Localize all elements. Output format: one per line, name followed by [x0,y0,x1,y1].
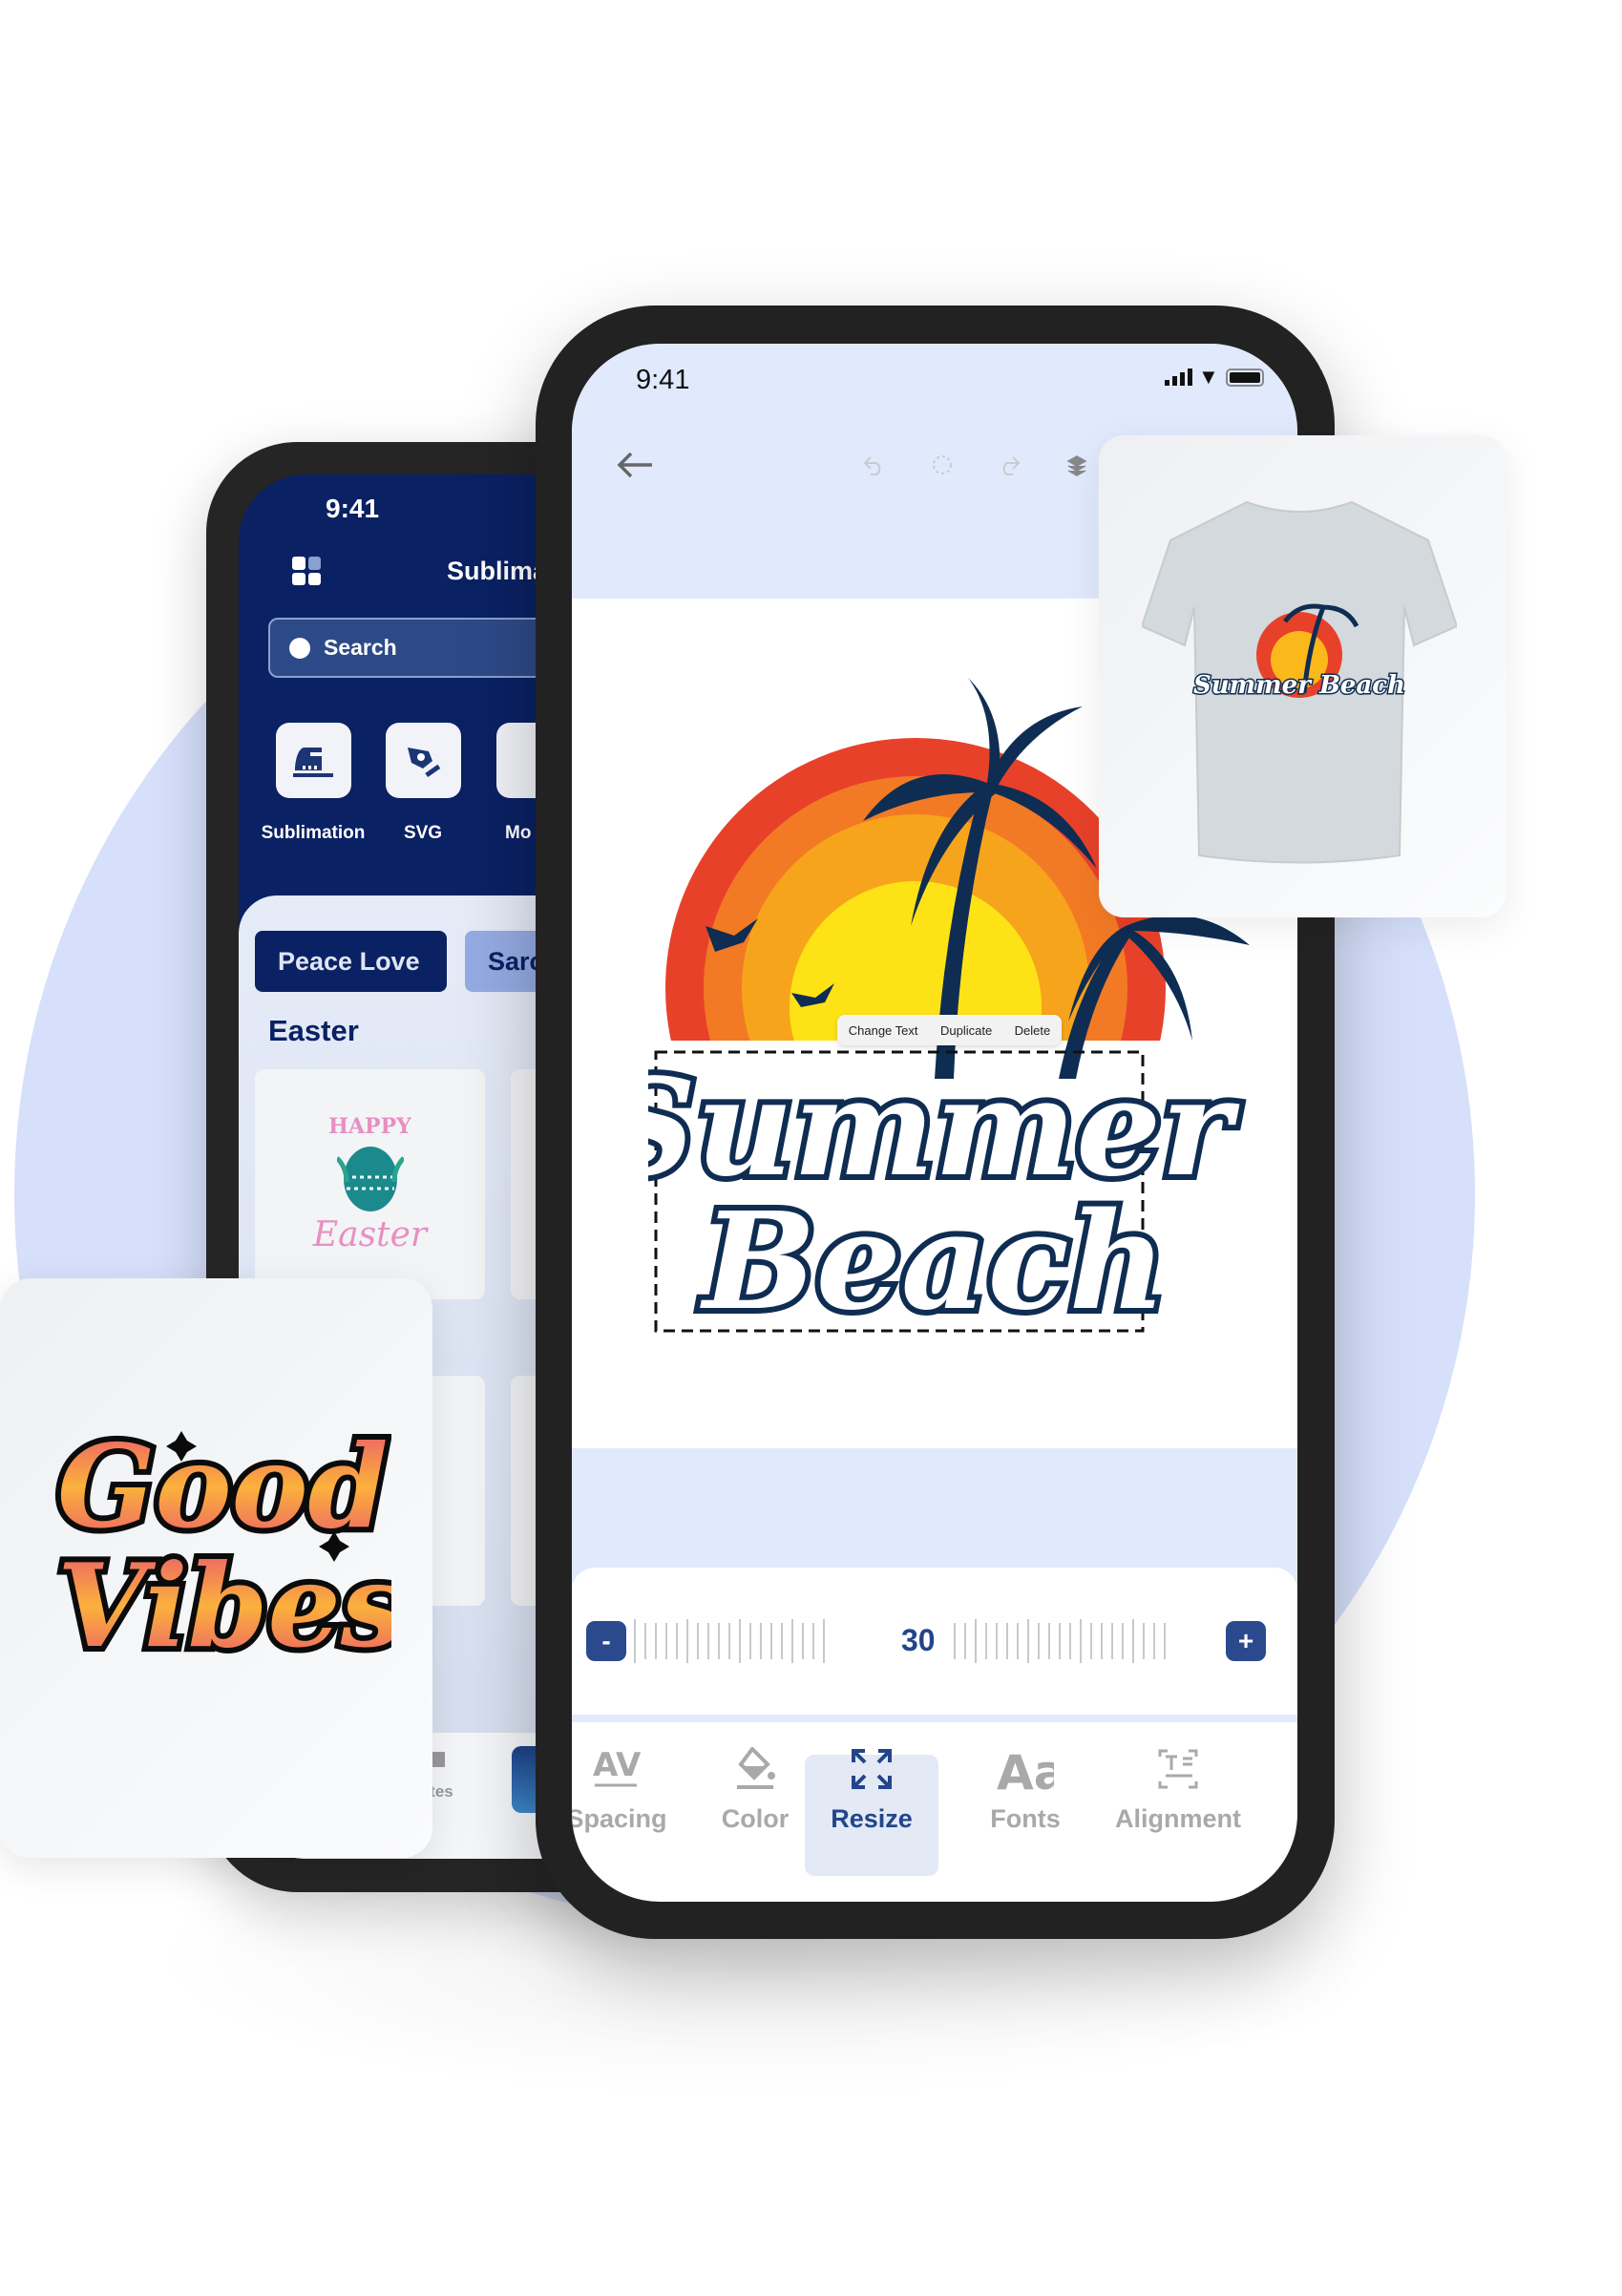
tool-alignment[interactable]: Alignment [1111,1747,1245,1834]
menu-change-text[interactable]: Change Text [849,1023,918,1038]
text-align-icon [1158,1749,1198,1789]
design-text-beach: Beach [699,1184,1166,1340]
font-icon: Aa [997,1747,1054,1791]
slider-ticks-right[interactable] [954,1619,1166,1663]
slider-value: 30 [901,1623,936,1657]
status-time: 9:41 [636,365,690,395]
tool-label: Spacing [572,1804,667,1833]
resize-icon [852,1749,892,1789]
menu-duplicate[interactable]: Duplicate [940,1023,992,1038]
pen-tool-icon [385,723,461,798]
paint-bucket-icon [737,1747,775,1789]
grid-menu-icon[interactable] [292,557,321,585]
tool-label: Color [721,1804,790,1833]
menu-delete[interactable]: Delete [1015,1023,1051,1038]
section-title: Easter [268,1014,359,1047]
battery-icon [1226,369,1264,387]
tool-label: Alignment [1115,1804,1241,1833]
decrease-button[interactable]: - [586,1621,626,1661]
increase-button[interactable]: + [1226,1621,1266,1661]
card-text-happy: HAPPY [328,1114,411,1139]
divider [572,1715,1297,1722]
svg-text:AV: AV [593,1747,641,1784]
back-arrow-icon[interactable] [616,451,654,479]
good-text: Good [57,1420,388,1554]
easter-egg-icon [336,1147,404,1211]
layers-icon[interactable] [1066,454,1087,477]
category-label: Sublimation [261,823,366,843]
good-vibes-art: Good Vibes [52,1414,391,1679]
search-placeholder: Search [324,635,397,660]
wifi-icon: ▼ [1198,365,1219,389]
tool-color[interactable]: Color [688,1747,822,1834]
slider-ticks-left[interactable] [634,1619,825,1663]
signal-icon [1165,369,1192,386]
tool-fonts[interactable]: Aa Fonts [958,1747,1092,1834]
tool-spacing[interactable]: AV Spacing [572,1747,684,1834]
tshirt-mockup-card: Summer Beach [1099,435,1506,917]
rotate-icon[interactable] [931,453,954,478]
tshirt-image: Summer Beach [1142,500,1457,864]
category-svg[interactable]: SVG [366,723,480,844]
category-label: SVG [403,823,443,843]
iron-icon [275,723,351,798]
tool-label: Fonts [990,1804,1061,1833]
vibes-text: Vibes [57,1539,391,1674]
card-text-easter: Easter [312,1215,428,1254]
tool-label: Resize [831,1804,913,1833]
easter-template-card[interactable]: HAPPY Easter [255,1069,485,1299]
tool-resize[interactable]: Resize [805,1747,938,1834]
letter-spacing-icon: AV [593,1747,641,1787]
context-menu: Change Text Duplicate Delete [837,1015,1062,1045]
search-icon [289,637,310,659]
redo-icon[interactable] [998,455,1021,476]
size-slider-panel: - 30 + [572,1568,1297,1715]
undo-icon[interactable] [863,455,886,476]
tshirt-print-text: Summer Beach [1193,671,1405,700]
app-title: Sublima [447,557,548,585]
svg-text:Aa: Aa [997,1747,1054,1791]
status-time: 9:41 [326,494,380,523]
chip-peace-love[interactable]: Peace Love [255,931,447,992]
category-sublimation[interactable]: Sublimation [246,723,380,844]
good-vibes-card: Good Vibes [0,1278,432,1858]
